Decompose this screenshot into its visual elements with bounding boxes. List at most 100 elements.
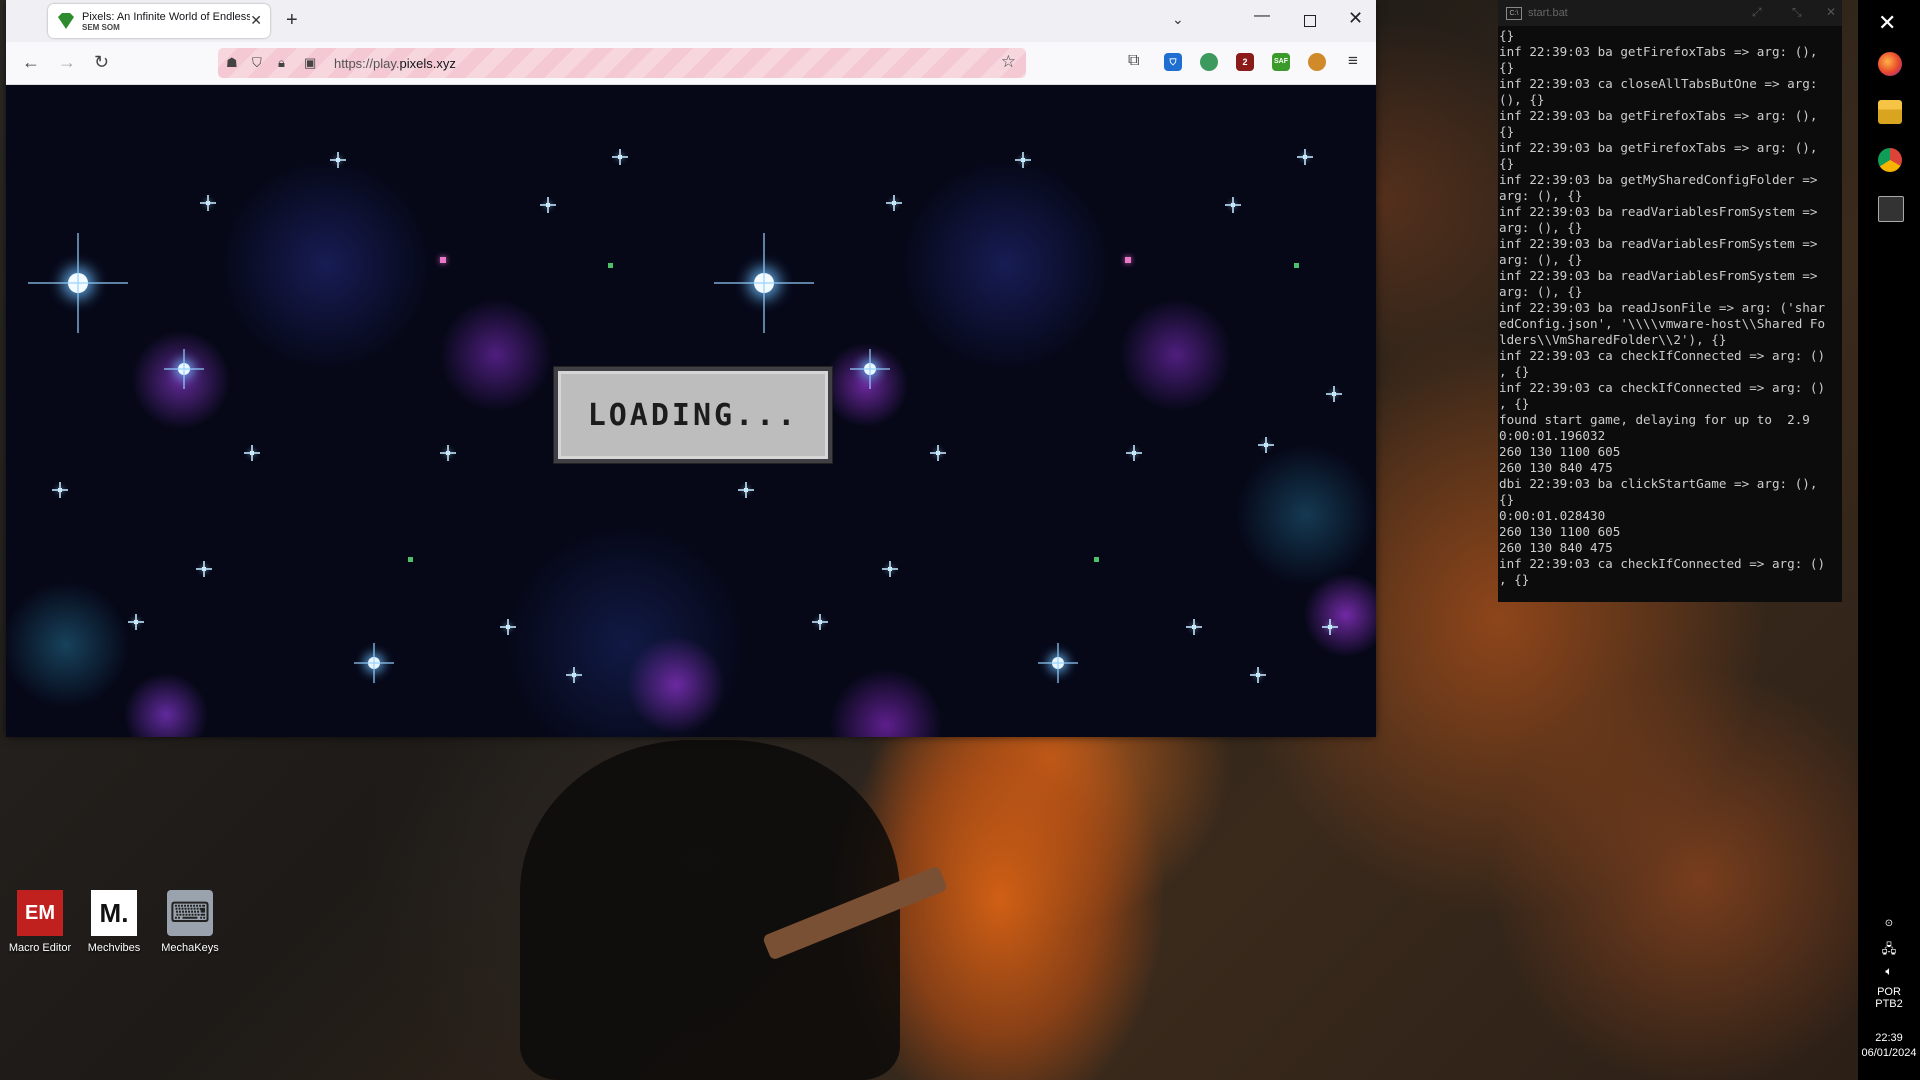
- chrome-icon[interactable]: [1878, 148, 1902, 172]
- minimize-icon[interactable]: —: [1254, 7, 1270, 25]
- console-line: inf 22:39:03 ba getFirefoxTabs => arg: (…: [1499, 108, 1818, 123]
- star-small: [440, 445, 456, 461]
- browser-window: Pixels: An Infinite World of Endless SEM…: [6, 0, 1376, 737]
- console-line: {}: [1499, 60, 1515, 75]
- console-line: inf 22:39:03 ba readVariablesFromSystem …: [1499, 204, 1818, 219]
- shield-icon[interactable]: ⛉: [252, 55, 262, 71]
- hamburger-menu-icon[interactable]: ≡: [1348, 51, 1358, 71]
- star-small: [1258, 437, 1274, 453]
- desktop-icon-mechvibes[interactable]: M. Mechvibes: [74, 890, 154, 954]
- star-small: [1015, 152, 1031, 168]
- close-window-icon[interactable]: ✕: [1348, 8, 1363, 29]
- star-small: [196, 561, 212, 577]
- loading-dialog: LOADING...: [554, 367, 832, 463]
- permissions-icon[interactable]: ▣: [304, 55, 316, 71]
- console-line: dbi 22:39:03 ba clickStartGame => arg: (…: [1499, 476, 1818, 491]
- star-small: [812, 614, 828, 630]
- console-line: (), {}: [1499, 92, 1545, 107]
- tab-title: Pixels: An Infinite World of Endless: [82, 10, 250, 23]
- pixels-favicon-icon: [58, 13, 74, 29]
- language-indicator[interactable]: POR PTB2: [1858, 986, 1920, 1010]
- tab-close-icon[interactable]: ✕: [250, 12, 262, 29]
- star-large: [28, 233, 128, 333]
- console-line: arg: (), {}: [1499, 252, 1583, 267]
- star-small: [886, 195, 902, 211]
- star-small: [1126, 445, 1142, 461]
- star-medium: [164, 349, 204, 389]
- console-line: inf 22:39:03 ca closeAllTabsButOne => ar…: [1499, 76, 1818, 91]
- tab-pixels[interactable]: Pixels: An Infinite World of Endless SEM…: [48, 4, 270, 38]
- avatar-extension-icon[interactable]: [1308, 53, 1326, 71]
- tray-chevron-icon[interactable]: ⊙: [1858, 918, 1920, 929]
- console-line: arg: (), {}: [1499, 220, 1583, 235]
- star-small: [52, 482, 68, 498]
- bitwarden-icon[interactable]: ⛉: [1164, 53, 1182, 71]
- console-line: 260 130 1100 605: [1499, 444, 1621, 459]
- star-green: [608, 263, 613, 268]
- bookmark-star-icon[interactable]: ☆: [1001, 52, 1016, 72]
- close-icon[interactable]: ✕: [1878, 10, 1896, 36]
- file-explorer-icon[interactable]: [1878, 100, 1902, 124]
- firefox-icon[interactable]: [1878, 52, 1902, 76]
- console-line: , {}: [1499, 396, 1530, 411]
- url-prefix: https://play.: [334, 56, 400, 71]
- list-tabs-icon[interactable]: ⌄: [1172, 11, 1184, 28]
- console-line: found start game, delaying for up to 2.9: [1499, 412, 1810, 427]
- tab-text: Pixels: An Infinite World of Endless SEM…: [82, 11, 250, 32]
- desktop-icon-mechakeys[interactable]: ⌨ MechaKeys: [150, 890, 230, 954]
- clock-date: 06/01/2024: [1861, 1047, 1917, 1059]
- extensions-puzzle-icon[interactable]: ⧉: [1128, 52, 1139, 70]
- console-title: start.bat: [1528, 7, 1568, 19]
- star-green: [1094, 557, 1099, 562]
- url-text[interactable]: https://play.pixels.xyz: [334, 56, 456, 71]
- navigation-bar: ← → ↻ ☗ ⛉ 🔒︎ ▣ https://play.pixels.xyz ☆…: [6, 42, 1376, 85]
- console-line: 0:00:01.196032: [1499, 428, 1606, 443]
- taskbar: ✕ ⊙ 🖧︎ 🔈︎ POR PTB2 22:39 06/01/2024: [1858, 0, 1920, 1080]
- keyboard-layout: PTB2: [1875, 998, 1903, 1010]
- star-small: [612, 149, 628, 165]
- cmd-icon: C:\: [1506, 7, 1522, 20]
- star-medium: [354, 643, 394, 683]
- star-small: [1326, 386, 1342, 402]
- console-line: inf 22:39:03 ba readJsonFile => arg: ('s…: [1499, 300, 1826, 315]
- star-small: [738, 482, 754, 498]
- mechvibes-icon: M.: [91, 890, 137, 936]
- volume-muted-icon[interactable]: 🔈︎: [1858, 964, 1920, 979]
- console-line: inf 22:39:03 ca checkIfConnected => arg:…: [1499, 348, 1826, 363]
- star-small: [330, 152, 346, 168]
- ublock-icon[interactable]: 2: [1236, 53, 1254, 71]
- loading-text: LOADING...: [587, 397, 799, 433]
- star-small: [500, 619, 516, 635]
- console-line: lders\\VmSharedFolder\\2'), {}: [1499, 332, 1727, 347]
- maximize-icon[interactable]: [1304, 15, 1316, 27]
- star-pink: [1125, 257, 1131, 263]
- console-restore-icon[interactable]: ⤡: [1792, 5, 1802, 20]
- star-small: [540, 197, 556, 213]
- console-output[interactable]: {} inf 22:39:03 ba getFirefoxTabs => arg:…: [1498, 26, 1842, 588]
- new-tab-icon[interactable]: +: [286, 9, 298, 32]
- robot-icon[interactable]: ☗: [226, 55, 238, 71]
- saf-extension-icon[interactable]: SAF: [1272, 53, 1290, 71]
- terminal-icon[interactable]: [1878, 196, 1904, 222]
- console-minimize-icon[interactable]: ⤢: [1752, 5, 1762, 20]
- back-arrow-icon[interactable]: ←: [22, 52, 40, 73]
- star-small: [566, 667, 582, 683]
- console-line: {}: [1499, 492, 1515, 507]
- lock-icon[interactable]: 🔒︎: [278, 55, 285, 71]
- extension-green-icon[interactable]: [1200, 53, 1218, 71]
- console-line: arg: (), {}: [1499, 188, 1583, 203]
- mechakeys-icon: ⌨: [167, 890, 213, 936]
- network-icon[interactable]: 🖧︎: [1858, 940, 1920, 962]
- console-close-icon[interactable]: ✕: [1826, 5, 1836, 19]
- desktop-icon-macro-editor[interactable]: EM Macro Editor: [0, 890, 80, 954]
- forward-arrow-icon[interactable]: →: [58, 52, 76, 73]
- console-line: 0:00:01.028430: [1499, 508, 1606, 523]
- console-titlebar: C:\ start.bat ⤢ ⤡ ✕: [1498, 0, 1842, 26]
- url-bar[interactable]: ☗ ⛉ 🔒︎ ▣ https://play.pixels.xyz ☆: [218, 48, 1026, 78]
- console-window: C:\ start.bat ⤢ ⤡ ✕ {} inf 22:39:03 ba ge…: [1498, 0, 1842, 602]
- clock[interactable]: 22:39 06/01/2024: [1858, 1032, 1920, 1059]
- reload-icon[interactable]: ↻: [94, 52, 109, 73]
- console-line: {}: [1499, 28, 1515, 43]
- game-canvas[interactable]: LOADING...: [6, 85, 1376, 737]
- star-small: [128, 614, 144, 630]
